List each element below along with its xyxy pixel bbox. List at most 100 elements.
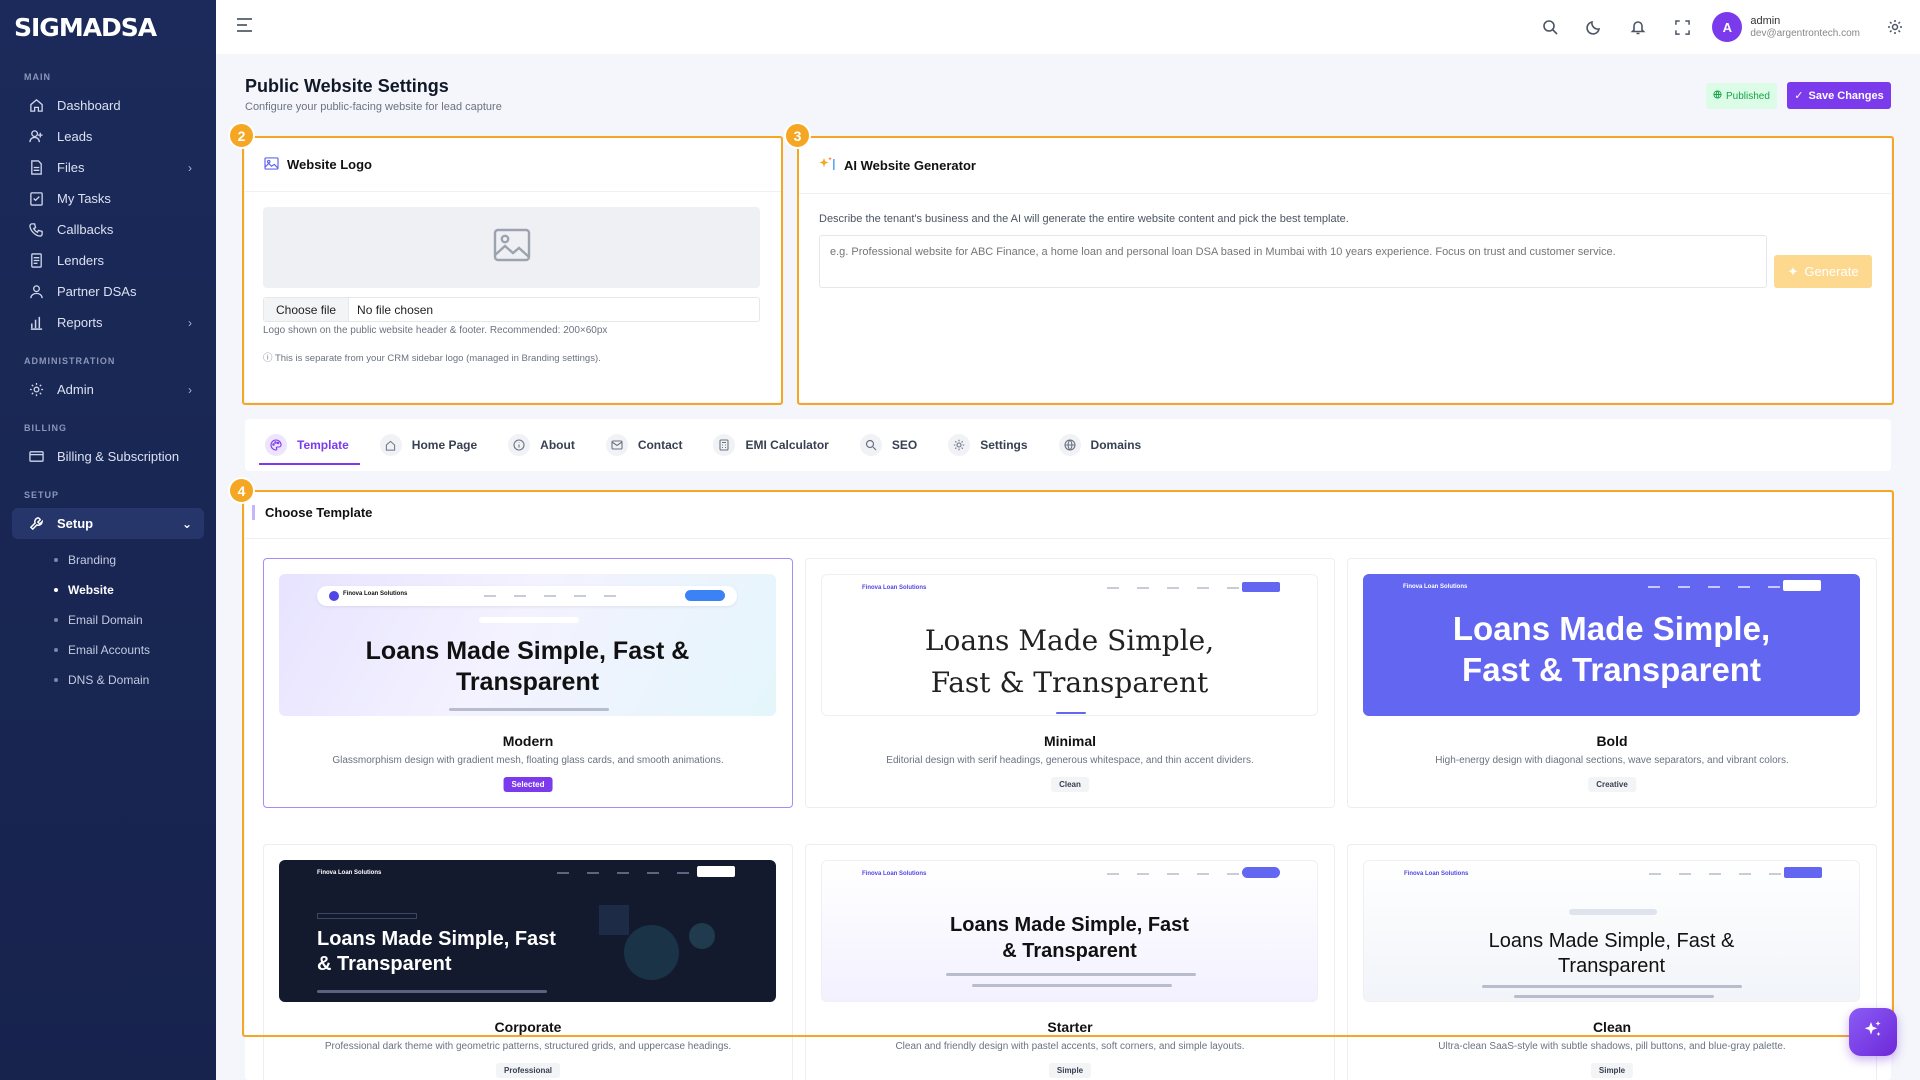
preview-text-line <box>1482 985 1742 988</box>
settings-gear-icon[interactable] <box>1878 0 1912 54</box>
info-icon <box>508 434 531 456</box>
sparkles-icon <box>1862 1019 1884 1046</box>
template-card-modern[interactable]: Finova Loan Solutions Loans Made Simple,… <box>263 558 793 808</box>
bell-icon[interactable] <box>1616 0 1660 54</box>
sidebar-item-label: Dashboard <box>57 98 121 113</box>
preview-brand: Finova Loan Solutions <box>1403 584 1468 590</box>
section-administration: ADMINISTRATION <box>24 356 116 366</box>
template-preview: Finova Loan Solutions Loans Made Simple,… <box>821 574 1318 716</box>
sidebar-subitem-website[interactable]: Website <box>0 575 216 605</box>
gear-icon <box>948 434 971 456</box>
sidebar-item-admin[interactable]: Admin › <box>12 374 204 405</box>
moon-icon[interactable] <box>1572 0 1616 54</box>
tab-template[interactable]: Template <box>252 419 367 471</box>
sidebar-item-setup[interactable]: Setup ⌄ <box>12 508 204 539</box>
annotation-badge: 4 <box>228 477 255 504</box>
preview-cta <box>1242 582 1280 592</box>
template-preview: Finova Loan Solutions Loans Made Simple,… <box>1363 860 1860 1002</box>
sidebar-subitem-email-domain[interactable]: Email Domain <box>0 605 216 635</box>
sidebar-item-my-tasks[interactable]: My Tasks <box>12 183 204 214</box>
template-name: Corporate <box>494 1019 562 1035</box>
preview-geometric-shape <box>689 923 715 949</box>
preview-headline: Loans Made Simple, Fast & Transparent <box>924 624 1215 699</box>
ai-assistant-button[interactable] <box>1849 1008 1897 1056</box>
tab-label: Template <box>297 438 349 452</box>
tab-label: SEO <box>891 438 918 452</box>
file-status: No file chosen <box>357 302 434 317</box>
file-input[interactable]: Choose file No file chosen <box>263 297 760 322</box>
sidebar-item-reports[interactable]: Reports › <box>12 307 204 338</box>
preview-accent-divider <box>1056 712 1086 714</box>
user-email: dev@argentrontech.com <box>1750 28 1860 39</box>
tab-settings[interactable]: Settings <box>935 419 1045 471</box>
save-button[interactable]: ✓ Save Changes <box>1787 82 1891 109</box>
template-name: Clean <box>1592 1019 1632 1035</box>
preview-links <box>1648 586 1780 588</box>
tab-emi-calculator[interactable]: EMI Calculator <box>700 419 846 471</box>
ai-prompt-input[interactable] <box>819 235 1767 288</box>
sidebar-item-billing[interactable]: Billing & Subscription <box>12 441 204 472</box>
tab-seo[interactable]: SEO <box>847 419 935 471</box>
template-card-bold[interactable]: Finova Loan Solutions Loans Made Simple,… <box>1347 558 1877 808</box>
sidebar-item-partner-dsas[interactable]: Partner DSAs <box>12 276 204 307</box>
mail-icon <box>605 434 628 456</box>
sidebar-item-lenders[interactable]: Lenders <box>12 245 204 276</box>
template-tag: Clean <box>1051 777 1089 792</box>
sidebar-item-callbacks[interactable]: Callbacks <box>12 214 204 245</box>
sidebar-item-label: Files <box>57 160 85 175</box>
page-title: Public Website Settings <box>245 76 449 96</box>
template-card-starter[interactable]: Finova Loan Solutions Loans Made Simple,… <box>805 844 1335 1080</box>
template-tag: Simple <box>1590 1063 1634 1078</box>
template-card-clean[interactable]: Finova Loan Solutions Loans Made Simple,… <box>1347 844 1877 1080</box>
template-name: Bold <box>1596 733 1628 749</box>
choose-file-button[interactable]: Choose file <box>264 298 350 321</box>
preview-links <box>557 872 689 874</box>
sidebar-subitem-dns-domain[interactable]: DNS & Domain <box>0 665 216 695</box>
gear-icon <box>28 382 44 398</box>
fullscreen-icon[interactable] <box>1660 0 1704 54</box>
template-card-minimal[interactable]: Finova Loan Solutions Loans Made Simple,… <box>805 558 1335 808</box>
generate-button[interactable]: ✦ Generate <box>1774 255 1872 288</box>
sidebar-item-label: Setup <box>57 516 94 531</box>
tab-about[interactable]: About <box>495 419 593 471</box>
sidebar-item-dashboard[interactable]: Dashboard <box>12 90 204 121</box>
preview-brand: Finova Loan Solutions <box>317 870 382 876</box>
preview-links <box>1649 873 1781 875</box>
template-card-corporate[interactable]: Finova Loan Solutions Loans Made Simple,… <box>263 844 793 1080</box>
preview-brand: Finova Loan Solutions <box>862 585 927 591</box>
tab-label: About <box>540 438 575 452</box>
tab-label: Settings <box>980 438 1028 452</box>
avatar: A <box>1712 12 1743 42</box>
status-label: Published <box>1726 90 1770 102</box>
template-preview: Finova Loan Solutions Loans Made Simple,… <box>1363 574 1860 716</box>
template-preview: Finova Loan Solutions Loans Made Simple,… <box>279 574 776 716</box>
sidebar-subitem-branding[interactable]: Branding <box>0 545 216 575</box>
logo-preview[interactable] <box>263 207 760 288</box>
preview-text-line <box>449 708 609 711</box>
sidebar-item-leads[interactable]: Leads <box>12 121 204 152</box>
preview-eyebrow <box>317 913 417 919</box>
users-icon <box>28 284 44 300</box>
preview-links <box>484 595 616 597</box>
preview-pill <box>1569 909 1657 915</box>
tab-contact[interactable]: Contact <box>593 419 701 471</box>
user-plus-icon <box>28 129 44 145</box>
preview-geometric-shape <box>599 905 629 935</box>
tab-label: EMI Calculator <box>745 438 829 452</box>
search-icon[interactable] <box>1528 0 1572 54</box>
tab-domains[interactable]: Domains <box>1046 419 1160 471</box>
sidebar-item-files[interactable]: Files › <box>12 152 204 183</box>
template-description: Ultra-clean SaaS-style with subtle shado… <box>1438 1041 1786 1052</box>
palette-icon <box>265 434 287 456</box>
clipboard-check-icon <box>28 191 44 207</box>
tab-home-page[interactable]: Home Page <box>367 419 495 471</box>
sidebar-item-label: Reports <box>57 315 103 330</box>
brand-logo[interactable]: SIGMADSA <box>0 0 216 54</box>
sidebar-subitem-email-accounts[interactable]: Email Accounts <box>0 635 216 665</box>
preview-cta <box>1242 867 1280 878</box>
user-menu[interactable]: A admin dev@argentrontech.com <box>1712 12 1860 42</box>
preview-cta <box>685 590 725 601</box>
sidebar-item-label: Partner DSAs <box>57 284 137 299</box>
menu-icon[interactable] <box>236 17 254 37</box>
tab-label: Home Page <box>411 438 478 452</box>
